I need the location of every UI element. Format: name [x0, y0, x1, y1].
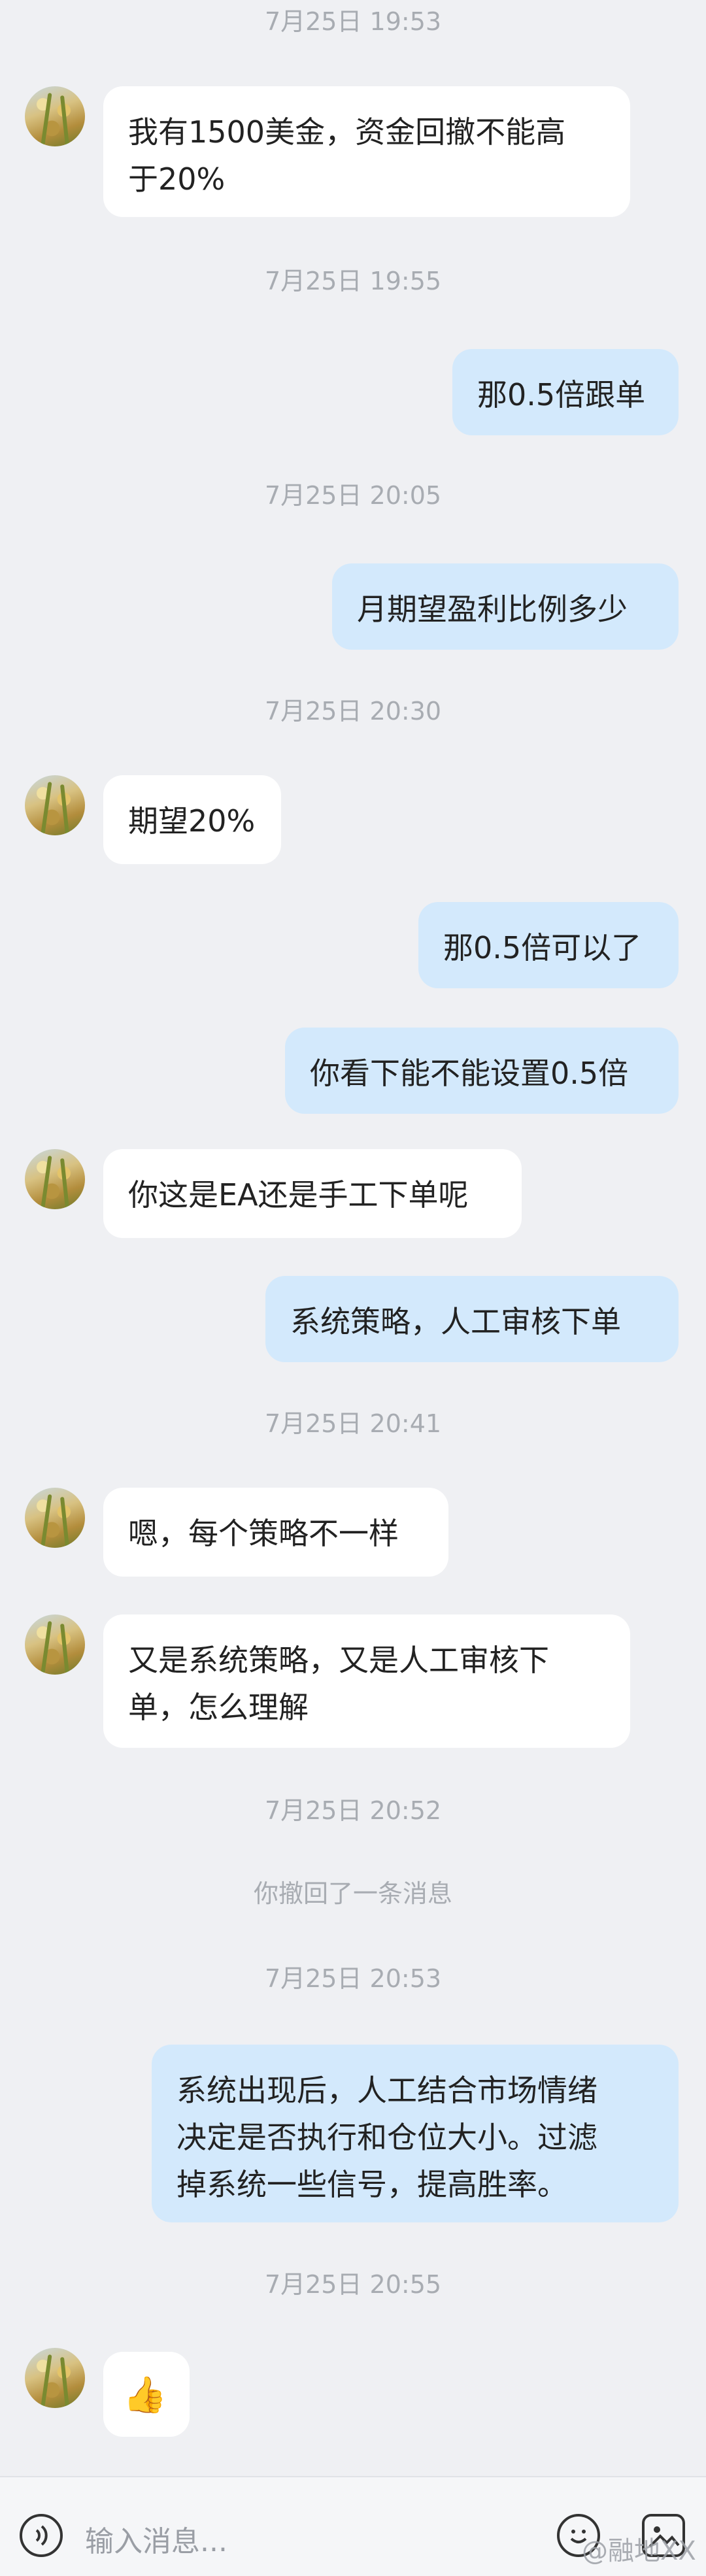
- timestamp: 7月25日 19:53: [264, 7, 442, 36]
- outgoing-message[interactable]: 你看下能不能设置0.5倍: [285, 1028, 679, 1114]
- voice-icon[interactable]: [20, 2514, 63, 2557]
- timestamp: 7月25日 20:55: [264, 2270, 442, 2299]
- incoming-thumbs-up[interactable]: 👍: [103, 2352, 190, 2437]
- timestamp: 7月25日 19:55: [264, 267, 442, 295]
- timestamp: 7月25日 20:41: [264, 1409, 442, 1438]
- outgoing-message[interactable]: 系统出现后，人工结合市场情绪 决定是否执行和仓位大小。过滤 掉系统一些信号，提高…: [152, 2045, 679, 2222]
- contact-avatar[interactable]: [25, 775, 85, 835]
- contact-avatar[interactable]: [25, 1488, 85, 1548]
- incoming-message[interactable]: 你这是EA还是手工下单呢: [103, 1149, 522, 1238]
- incoming-message[interactable]: 嗯，每个策略不一样: [103, 1488, 448, 1577]
- outgoing-message[interactable]: 系统策略，人工审核下单: [265, 1276, 679, 1362]
- contact-avatar[interactable]: [25, 1149, 85, 1209]
- timestamp: 7月25日 20:05: [264, 481, 442, 510]
- timestamp: 7月25日 20:53: [264, 1964, 442, 1993]
- outgoing-message[interactable]: 那0.5倍跟单: [452, 349, 679, 435]
- message-input[interactable]: 输入消息...: [85, 2518, 227, 2560]
- outgoing-message[interactable]: 月期望盈利比例多少: [332, 563, 679, 650]
- timestamp: 7月25日 20:52: [264, 1796, 442, 1825]
- incoming-message[interactable]: 我有1500美金，资金回撤不能高 于20%: [103, 86, 630, 217]
- incoming-message[interactable]: 又是系统策略，又是人工审核下 单，怎么理解: [103, 1614, 630, 1748]
- contact-avatar[interactable]: [25, 86, 85, 146]
- recall-notice: 你撤回了一条消息: [253, 1879, 452, 1908]
- contact-avatar[interactable]: [25, 2348, 85, 2408]
- incoming-message[interactable]: 期望20%: [103, 775, 281, 864]
- watermark: @融地XX: [582, 2536, 696, 2566]
- timestamp: 7月25日 20:30: [264, 697, 442, 726]
- outgoing-message[interactable]: 那0.5倍可以了: [418, 902, 679, 988]
- contact-avatar[interactable]: [25, 1614, 85, 1675]
